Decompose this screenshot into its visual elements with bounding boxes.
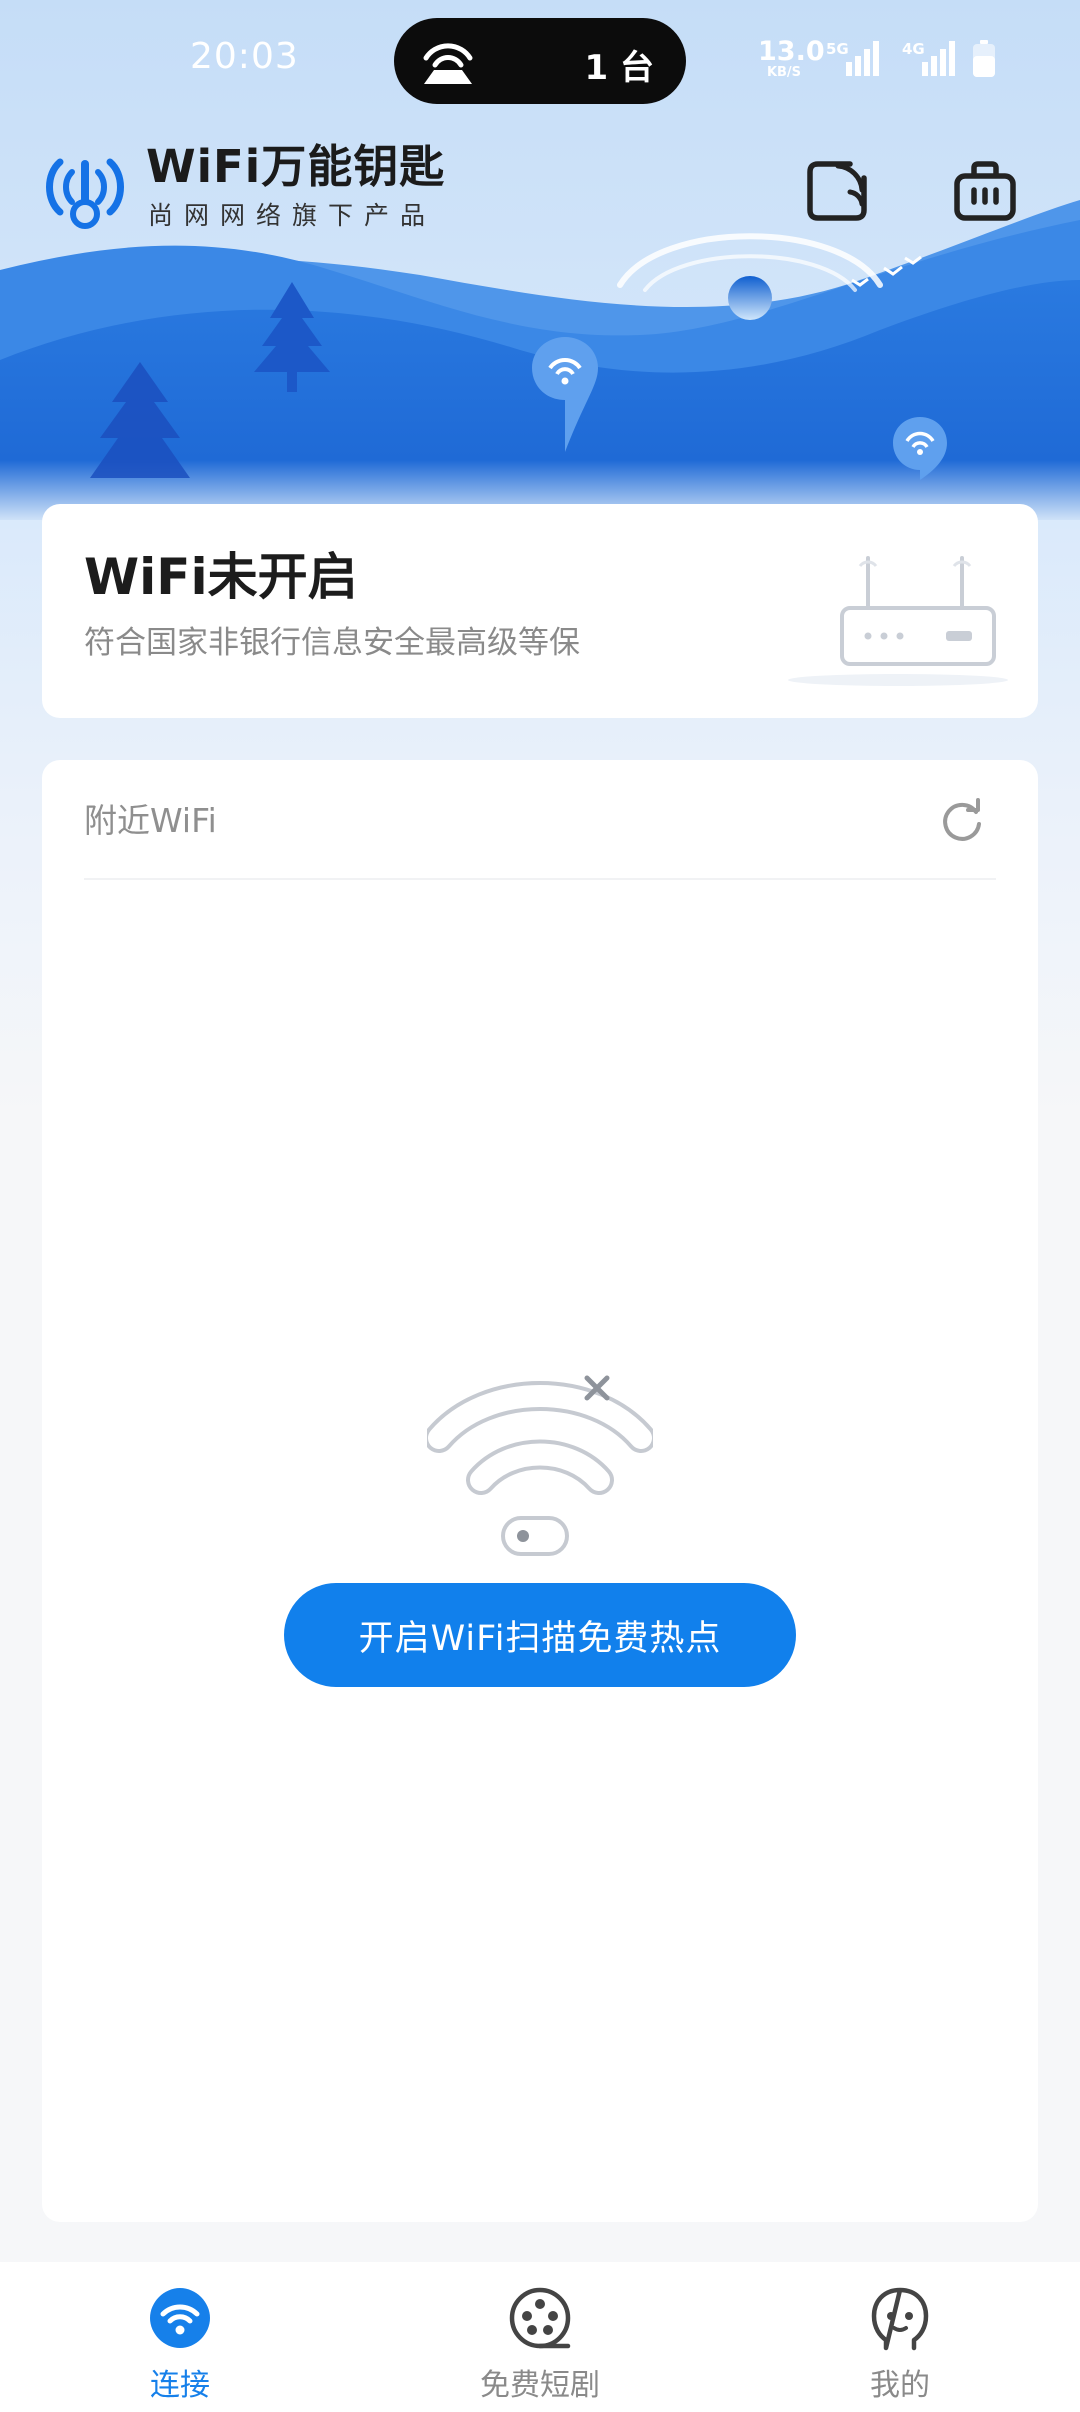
hotspot-device-count: 1 台 [584,48,655,88]
wifi-status-title: WiFi未开启 [84,548,358,606]
hotspot-icon [423,43,473,84]
profile-icon [871,2287,929,2351]
signal-4g-label: 4G [902,40,925,58]
scan-icon [807,161,867,221]
network-speed: 13.0 KB/S [758,36,825,80]
film-reel-icon [509,2287,571,2349]
network-speed-value: 13.0 [758,36,825,67]
bottom-tab-bar: 连接 免费短剧 我的 [0,2262,1080,2412]
nearby-wifi-title: 附近WiFi [84,801,217,840]
app-logo-icon [46,158,124,229]
dynamic-island[interactable]: 1 台 [394,18,686,104]
network-speed-unit: KB/S [766,65,802,80]
app-name: WiFi万能钥匙 [146,140,446,193]
app-subtitle: 尚网网络旗下产品 [148,201,437,230]
refresh-icon[interactable] [938,798,986,846]
enable-wifi-scan-button[interactable]: 开启WiFi扫描免费热点 [284,1583,796,1687]
signal-5g-label: 5G [826,40,849,58]
toolbox-button[interactable] [952,158,1018,224]
status-time: 20:03 [190,36,299,77]
tab-profile[interactable]: 我的 [780,2262,1020,2412]
wifi-icon [150,2288,210,2348]
wifi-off-icon [427,1375,653,1556]
nearby-divider [84,878,996,880]
tab-connect[interactable]: 连接 [60,2262,300,2412]
tab-connect-label: 连接 [150,2368,210,2403]
toolbox-icon [954,161,1016,221]
signal-5g-icon: 5G [826,40,879,76]
router-icon [788,556,1008,686]
scan-button[interactable] [804,158,870,224]
tab-free-drama-label: 免费短剧 [480,2368,600,2403]
wifi-status-subtitle: 符合国家非银行信息安全最高级等保 [84,625,580,661]
wifi-status-card[interactable]: WiFi未开启 符合国家非银行信息安全最高级等保 [42,504,1038,718]
tab-free-drama[interactable]: 免费短剧 [420,2262,660,2412]
battery-icon [973,40,995,77]
signal-4g-icon: 4G [902,40,955,76]
tab-profile-label: 我的 [870,2368,930,2403]
nearby-wifi-card: 附近WiFi 开启WiFi扫描免费热点 [42,760,1038,2222]
